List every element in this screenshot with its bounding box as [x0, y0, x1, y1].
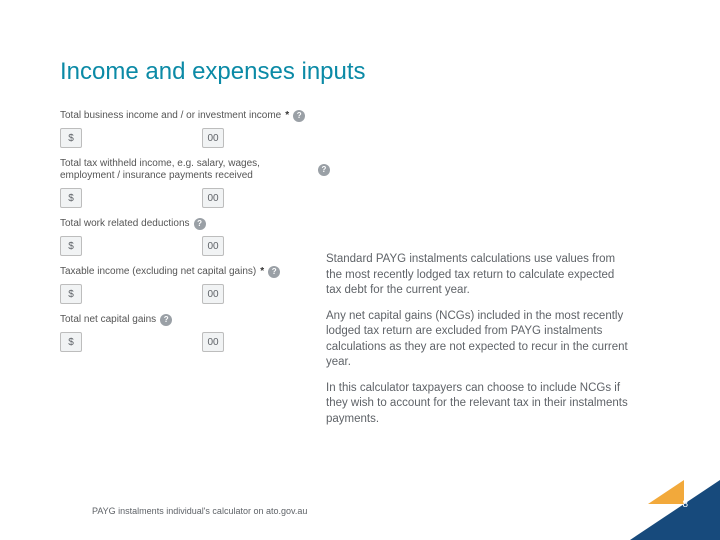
input-pair: $00 [60, 188, 330, 208]
required-marker: * [260, 266, 264, 278]
help-icon[interactable]: ? [268, 266, 280, 278]
paragraph-1: Standard PAYG instalments calculations u… [326, 252, 628, 299]
field-label-text: Total net capital gains [60, 314, 156, 326]
currency-prefix: $ [60, 284, 82, 304]
cents-suffix: 00 [202, 128, 224, 148]
input-pair: $00 [60, 332, 330, 352]
field-label: Taxable income (excluding net capital ga… [60, 266, 330, 278]
currency-prefix: $ [60, 236, 82, 256]
field-row-2: Total work related deductions? $00 [60, 218, 330, 256]
help-icon[interactable]: ? [293, 110, 305, 122]
field-row-4: Total net capital gains? $00 [60, 314, 330, 352]
page-title: Income and expenses inputs [60, 58, 366, 86]
help-icon[interactable]: ? [318, 164, 330, 176]
input-pair: $00 [60, 236, 330, 256]
cents-suffix: 00 [202, 188, 224, 208]
page-number: 8 [682, 499, 688, 510]
paragraph-3: In this calculator taxpayers can choose … [326, 381, 628, 428]
required-marker: * [285, 110, 289, 122]
input-pair: $00 [60, 284, 330, 304]
currency-prefix: $ [60, 128, 82, 148]
cents-suffix: 00 [202, 236, 224, 256]
corner-shape-accent [648, 480, 684, 504]
currency-prefix: $ [60, 332, 82, 352]
currency-prefix: $ [60, 188, 82, 208]
cents-suffix: 00 [202, 284, 224, 304]
field-label: Total tax withheld income, e.g. salary, … [60, 158, 330, 182]
help-icon[interactable]: ? [160, 314, 172, 326]
field-label-text: Total business income and / or investmen… [60, 110, 281, 122]
field-label: Total business income and / or investmen… [60, 110, 330, 122]
cents-suffix: 00 [202, 332, 224, 352]
field-label-text: Total tax withheld income, e.g. salary, … [60, 158, 314, 182]
field-row-1: Total tax withheld income, e.g. salary, … [60, 158, 330, 208]
field-label: Total work related deductions? [60, 218, 330, 230]
field-row-3: Taxable income (excluding net capital ga… [60, 266, 330, 304]
field-label: Total net capital gains? [60, 314, 330, 326]
help-icon[interactable]: ? [194, 218, 206, 230]
field-label-text: Total work related deductions [60, 218, 190, 230]
footer-text: PAYG instalments individual's calculator… [92, 506, 307, 516]
field-label-text: Taxable income (excluding net capital ga… [60, 266, 256, 278]
field-row-0: Total business income and / or investmen… [60, 110, 330, 148]
paragraph-2: Any net capital gains (NCGs) included in… [326, 309, 628, 371]
form-area: Total business income and / or investmen… [60, 110, 330, 362]
input-pair: $00 [60, 128, 330, 148]
explanatory-text: Standard PAYG instalments calculations u… [326, 252, 628, 437]
slide: Income and expenses inputs Total busines… [0, 0, 720, 540]
